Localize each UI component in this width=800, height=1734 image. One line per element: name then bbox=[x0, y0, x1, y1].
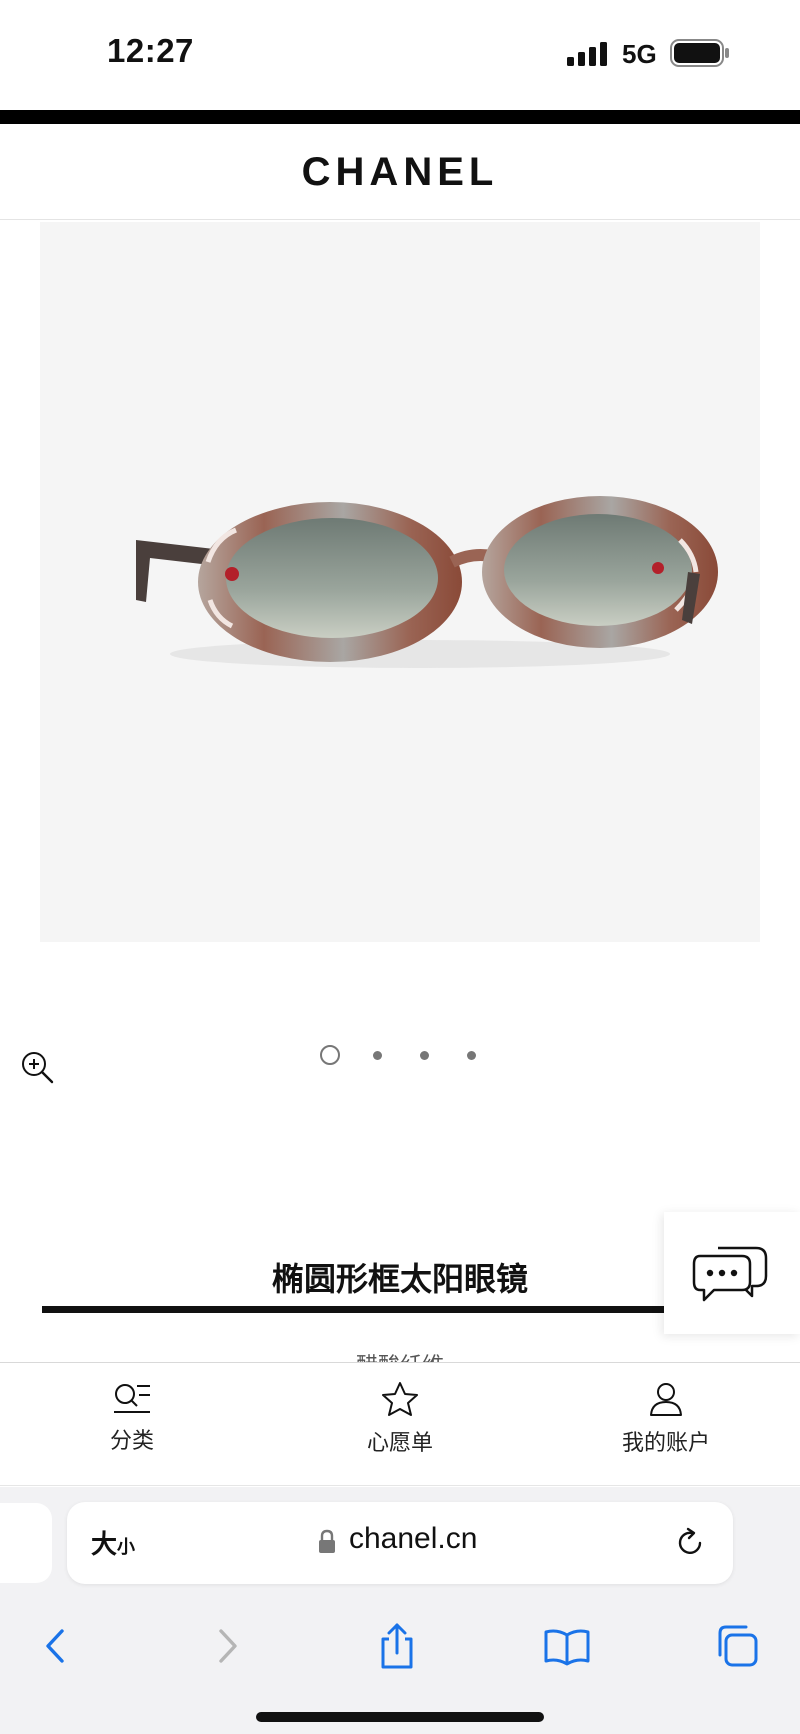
tab-wishlist-label: 心愿单 bbox=[366, 1431, 433, 1456]
site-header: CHANEL bbox=[0, 124, 800, 220]
bottom-tab-bar: 分类 心愿单 我的账户 bbox=[0, 1362, 800, 1486]
tab-category[interactable]: 分类 bbox=[32, 1381, 232, 1471]
tab-category-label: 分类 bbox=[109, 1429, 154, 1454]
chat-button[interactable] bbox=[664, 1212, 800, 1334]
tab-wishlist[interactable]: 心愿单 bbox=[300, 1381, 500, 1471]
browser-chrome: 大小 chanel.cn bbox=[0, 1487, 800, 1734]
product-image[interactable] bbox=[40, 222, 760, 942]
title-underline bbox=[42, 1306, 666, 1313]
category-list-icon bbox=[114, 1384, 150, 1413]
user-icon bbox=[650, 1383, 682, 1416]
bookmarks-icon[interactable] bbox=[542, 1621, 592, 1671]
text-size-small: 小 bbox=[117, 1537, 136, 1557]
home-indicator bbox=[256, 1712, 544, 1722]
carousel-dot-4[interactable] bbox=[467, 1051, 476, 1060]
back-icon[interactable] bbox=[30, 1621, 80, 1671]
tabs-icon[interactable] bbox=[712, 1621, 762, 1671]
carousel-dots bbox=[318, 1044, 488, 1068]
tab-account[interactable]: 我的账户 bbox=[566, 1381, 766, 1471]
carousel-dot-3[interactable] bbox=[420, 1051, 429, 1060]
browser-toolbar bbox=[0, 1611, 800, 1681]
signal-icon bbox=[567, 42, 607, 66]
carousel-dot-2[interactable] bbox=[373, 1051, 382, 1060]
network-label: 5G bbox=[622, 39, 657, 69]
brand-logo[interactable]: CHANEL bbox=[0, 150, 800, 195]
carousel-dot-1[interactable] bbox=[320, 1045, 340, 1065]
battery-icon bbox=[670, 39, 729, 67]
tab-account-label: 我的账户 bbox=[621, 1431, 710, 1456]
status-time: 12:27 bbox=[107, 32, 194, 69]
address-bar[interactable]: 大小 chanel.cn bbox=[67, 1502, 733, 1584]
zoom-icon[interactable] bbox=[20, 1050, 54, 1084]
previous-tab-preview[interactable] bbox=[0, 1503, 52, 1583]
star-icon bbox=[382, 1382, 418, 1416]
text-size-button[interactable]: 大小 bbox=[91, 1524, 135, 1561]
sunglasses-image bbox=[136, 496, 718, 668]
forward-icon[interactable] bbox=[203, 1621, 253, 1671]
text-size-big: 大 bbox=[91, 1529, 118, 1559]
status-bar: 12:27 5G bbox=[0, 0, 800, 108]
lock-icon bbox=[319, 1529, 335, 1553]
reload-icon[interactable] bbox=[673, 1526, 707, 1560]
share-icon[interactable] bbox=[372, 1621, 422, 1671]
url-text[interactable]: chanel.cn bbox=[349, 1522, 477, 1556]
header-rule bbox=[0, 110, 800, 124]
chat-bubbles-icon bbox=[692, 1246, 768, 1302]
